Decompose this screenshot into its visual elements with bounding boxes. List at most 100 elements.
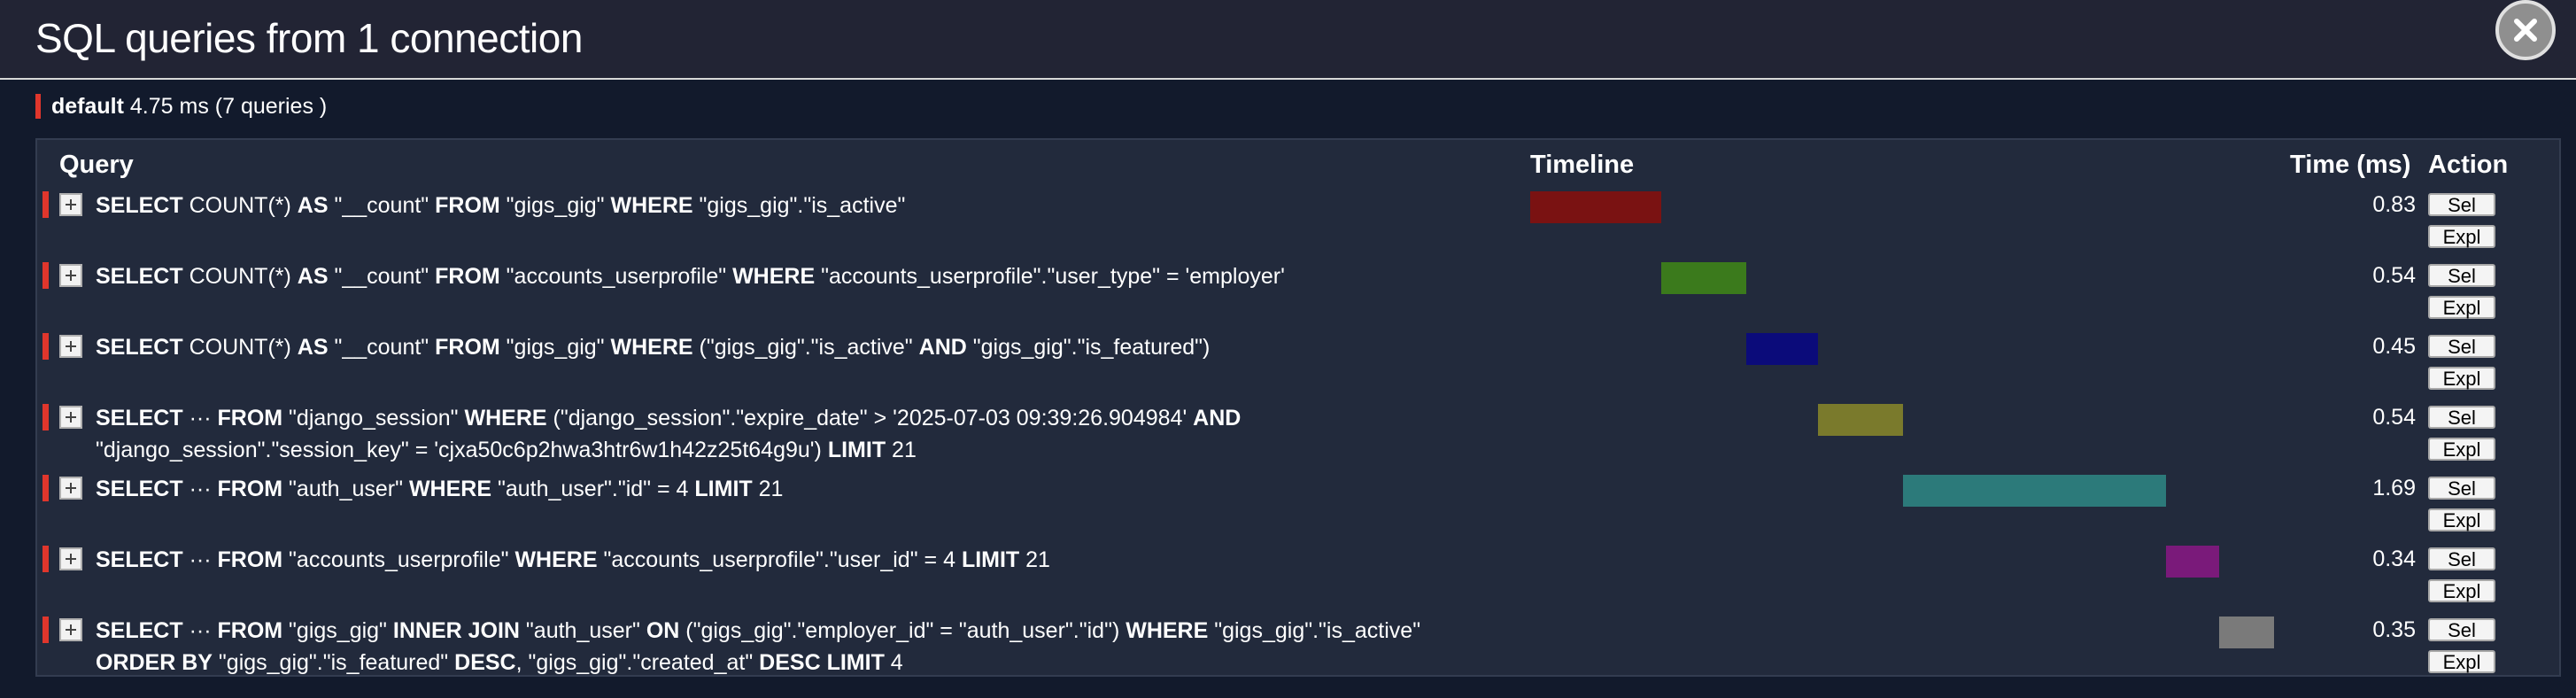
page-title: SQL queries from 1 connection <box>35 15 583 61</box>
query-time: 0.45 <box>2372 334 2416 359</box>
timeline-bar <box>1746 333 1818 365</box>
explain-button[interactable]: Expl <box>2428 508 2495 531</box>
row-marker <box>43 191 49 218</box>
sql-keyword: ON <box>646 618 680 643</box>
sql-text: 21 <box>1019 547 1050 572</box>
timeline-bar <box>2219 617 2274 648</box>
expand-toggle[interactable] <box>59 193 82 216</box>
expand-toggle[interactable] <box>59 406 82 429</box>
expand-toggle[interactable] <box>59 618 82 641</box>
sql-keyword: AND <box>1193 406 1242 430</box>
plus-icon <box>66 341 76 352</box>
sql-keyword: FROM <box>435 193 500 218</box>
explain-button[interactable]: Expl <box>2428 650 2495 673</box>
column-header-action: Action <box>2428 151 2509 179</box>
table-row: SELECT ··· FROM "gigs_gig" INNER JOIN "a… <box>37 617 2559 687</box>
row-marker <box>43 617 49 643</box>
sql-text: ··· <box>182 547 218 572</box>
sql-keyword: WHERE <box>408 477 492 501</box>
sql-text: ("django_session"."expire_date" > '2025-… <box>546 406 1194 430</box>
expand-toggle[interactable] <box>59 547 82 570</box>
plus-icon <box>66 554 76 564</box>
query-sql: SELECT COUNT(*) AS "__count" FROM "accou… <box>96 260 1512 292</box>
column-header-time: Time (ms) <box>2290 151 2411 179</box>
select-button[interactable]: Sel <box>2428 335 2495 358</box>
select-button[interactable]: Sel <box>2428 193 2495 216</box>
select-button[interactable]: Sel <box>2428 477 2495 500</box>
plus-icon <box>66 270 76 281</box>
sql-text: "gigs_gig" <box>282 618 393 643</box>
table-row: SELECT COUNT(*) AS "__count" FROM "gigs_… <box>37 333 2559 404</box>
sql-text: "auth_user"."id" = 4 <box>491 477 695 501</box>
close-button[interactable] <box>2495 0 2556 60</box>
select-button[interactable]: Sel <box>2428 618 2495 641</box>
column-header-query: Query <box>59 151 134 179</box>
panel-header: SQL queries from 1 connection <box>0 0 2576 80</box>
sql-keyword: LIMIT <box>961 547 1020 572</box>
plus-icon <box>66 412 76 423</box>
explain-button[interactable]: Expl <box>2428 438 2495 461</box>
explain-button[interactable]: Expl <box>2428 225 2495 248</box>
sql-text: "gigs_gig" <box>499 335 611 360</box>
sql-keyword: FROM <box>217 547 283 572</box>
sql-keyword: SELECT <box>96 406 183 430</box>
table-row: SELECT ··· FROM "auth_user" WHERE "auth_… <box>37 475 2559 546</box>
sql-text: 21 <box>886 438 917 462</box>
plus-icon <box>66 624 76 635</box>
sql-text: ("gigs_gig"."employer_id" = "auth_user".… <box>679 618 1126 643</box>
sql-keyword: SELECT <box>96 618 183 643</box>
row-marker <box>43 262 49 289</box>
sql-text: "gigs_gig"."is_featured" <box>212 650 455 675</box>
sql-text: "accounts_userprofile" <box>282 547 515 572</box>
sql-keyword: DESC <box>454 650 516 675</box>
queries-table: Query Timeline Time (ms) Action SELECT C… <box>35 138 2561 677</box>
sql-text: 4 <box>884 650 903 675</box>
explain-button[interactable]: Expl <box>2428 579 2495 602</box>
sql-text: "accounts_userprofile"."user_type" = 'em… <box>815 264 1285 289</box>
query-sql: SELECT COUNT(*) AS "__count" FROM "gigs_… <box>96 331 1512 363</box>
sql-keyword: FROM <box>435 264 500 289</box>
sql-keyword: FROM <box>217 406 283 430</box>
query-time: 0.83 <box>2372 192 2416 217</box>
select-button[interactable]: Sel <box>2428 547 2495 570</box>
connection-summary: default 4.75 ms (7 queries ) <box>35 94 327 119</box>
query-time: 0.34 <box>2372 547 2416 571</box>
expand-toggle[interactable] <box>59 264 82 287</box>
sql-text: 21 <box>752 477 784 501</box>
sql-text: COUNT(*) <box>182 264 298 289</box>
sql-text: "gigs_gig" <box>499 193 611 218</box>
select-button[interactable]: Sel <box>2428 264 2495 287</box>
plus-icon <box>66 483 76 493</box>
timeline-bar <box>1817 404 1903 436</box>
row-marker <box>43 404 49 430</box>
sql-keyword: WHERE <box>1126 618 1209 643</box>
sql-text: "auth_user" <box>282 477 409 501</box>
sql-text: ··· <box>182 618 218 643</box>
explain-button[interactable]: Expl <box>2428 296 2495 319</box>
timeline-bar <box>2166 546 2220 578</box>
sql-keyword: WHERE <box>514 547 598 572</box>
sql-text: , "gigs_gig"."created_at" <box>515 650 760 675</box>
sql-keyword: LIMIT <box>826 650 885 675</box>
sql-text: "accounts_userprofile"."user_id" = 4 <box>597 547 962 572</box>
select-button[interactable]: Sel <box>2428 406 2495 429</box>
sql-keyword: FROM <box>435 335 500 360</box>
sql-keyword: AS <box>297 193 329 218</box>
query-sql: SELECT ··· FROM "django_session" WHERE (… <box>96 402 1512 466</box>
row-marker <box>43 546 49 572</box>
expand-toggle[interactable] <box>59 477 82 500</box>
explain-button[interactable]: Expl <box>2428 367 2495 390</box>
sql-text: "__count" <box>328 335 436 360</box>
expand-toggle[interactable] <box>59 335 82 358</box>
table-row: SELECT ··· FROM "accounts_userprofile" W… <box>37 546 2559 617</box>
sql-keyword: SELECT <box>96 547 183 572</box>
table-row: SELECT COUNT(*) AS "__count" FROM "gigs_… <box>37 191 2559 262</box>
sql-keyword: ORDER BY <box>96 650 213 675</box>
sql-text: "accounts_userprofile" <box>499 264 733 289</box>
sql-keyword: SELECT <box>96 264 183 289</box>
timeline-bar <box>1530 191 1662 223</box>
close-icon <box>2514 19 2537 42</box>
query-time: 1.69 <box>2372 476 2416 500</box>
connection-alias: default <box>51 94 124 119</box>
sql-text: "__count" <box>328 193 436 218</box>
